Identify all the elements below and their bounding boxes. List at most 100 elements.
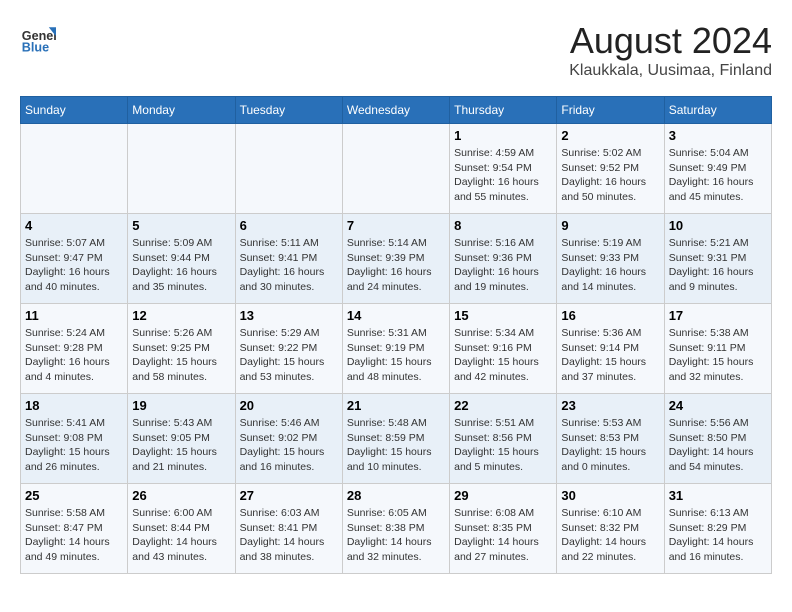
calendar-table: SundayMondayTuesdayWednesdayThursdayFrid…: [20, 96, 772, 574]
day-info: Sunrise: 5:38 AM Sunset: 9:11 PM Dayligh…: [669, 326, 767, 385]
day-number: 16: [561, 308, 659, 323]
day-info: Sunrise: 5:41 AM Sunset: 9:08 PM Dayligh…: [25, 416, 123, 475]
calendar-cell: 31Sunrise: 6:13 AM Sunset: 8:29 PM Dayli…: [664, 484, 771, 574]
day-number: 27: [240, 488, 338, 503]
calendar-header-monday: Monday: [128, 97, 235, 124]
day-info: Sunrise: 5:48 AM Sunset: 8:59 PM Dayligh…: [347, 416, 445, 475]
calendar-header-row: SundayMondayTuesdayWednesdayThursdayFrid…: [21, 97, 772, 124]
calendar-cell: 27Sunrise: 6:03 AM Sunset: 8:41 PM Dayli…: [235, 484, 342, 574]
calendar-cell: 14 Sunrise: 5:31 AM Sunset: 9:19 PM Dayli…: [342, 304, 449, 394]
day-number: 26: [132, 488, 230, 503]
day-info: Sunrise: 6:05 AM Sunset: 8:38 PM Dayligh…: [347, 506, 445, 565]
day-number: 19: [132, 398, 230, 413]
calendar-cell: [128, 124, 235, 214]
calendar-cell: 15 Sunrise: 5:34 AM Sunset: 9:16 PM Dayli…: [450, 304, 557, 394]
day-number: 4: [25, 218, 123, 233]
calendar-cell: [21, 124, 128, 214]
day-number: 11: [25, 308, 123, 323]
day-info: Sunrise: 4:59 AM Sunset: 9:54 PM Dayligh…: [454, 146, 552, 205]
day-number: 3: [669, 128, 767, 143]
day-info: Sunrise: 5:21 AM Sunset: 9:31 PM Dayligh…: [669, 236, 767, 295]
calendar-header-friday: Friday: [557, 97, 664, 124]
day-info: Sunrise: 5:19 AM Sunset: 9:33 PM Dayligh…: [561, 236, 659, 295]
page-title: August 2024: [569, 20, 772, 62]
day-number: 14: [347, 308, 445, 323]
day-info: Sunrise: 5:34 AM Sunset: 9:16 PM Dayligh…: [454, 326, 552, 385]
calendar-cell: 19 Sunrise: 5:43 AM Sunset: 9:05 PM Dayli…: [128, 394, 235, 484]
day-number: 8: [454, 218, 552, 233]
calendar-header-wednesday: Wednesday: [342, 97, 449, 124]
calendar-header-tuesday: Tuesday: [235, 97, 342, 124]
day-number: 24: [669, 398, 767, 413]
day-number: 23: [561, 398, 659, 413]
day-info: Sunrise: 6:13 AM Sunset: 8:29 PM Dayligh…: [669, 506, 767, 565]
calendar-cell: 30 Sunrise: 6:10 AM Sunset: 8:32 PM Dayli…: [557, 484, 664, 574]
calendar-cell: 13 Sunrise: 5:29 AM Sunset: 9:22 PM Dayli…: [235, 304, 342, 394]
day-number: 7: [347, 218, 445, 233]
day-number: 20: [240, 398, 338, 413]
logo: General Blue: [20, 20, 56, 56]
calendar-cell: 21 Sunrise: 5:48 AM Sunset: 8:59 PM Dayli…: [342, 394, 449, 484]
calendar-cell: 18 Sunrise: 5:41 AM Sunset: 9:08 PM Dayli…: [21, 394, 128, 484]
day-info: Sunrise: 5:43 AM Sunset: 9:05 PM Dayligh…: [132, 416, 230, 475]
calendar-week-row: 25 Sunrise: 5:58 AM Sunset: 8:47 PM Dayli…: [21, 484, 772, 574]
calendar-cell: [235, 124, 342, 214]
calendar-header-saturday: Saturday: [664, 97, 771, 124]
calendar-cell: 28 Sunrise: 6:05 AM Sunset: 8:38 PM Dayli…: [342, 484, 449, 574]
calendar-cell: 8Sunrise: 5:16 AM Sunset: 9:36 PM Daylig…: [450, 214, 557, 304]
day-info: Sunrise: 5:04 AM Sunset: 9:49 PM Dayligh…: [669, 146, 767, 205]
day-number: 21: [347, 398, 445, 413]
day-info: Sunrise: 5:53 AM Sunset: 8:53 PM Dayligh…: [561, 416, 659, 475]
day-info: Sunrise: 5:29 AM Sunset: 9:22 PM Dayligh…: [240, 326, 338, 385]
svg-text:Blue: Blue: [22, 41, 49, 55]
day-number: 17: [669, 308, 767, 323]
day-number: 5: [132, 218, 230, 233]
calendar-cell: 1 Sunrise: 4:59 AM Sunset: 9:54 PM Daylig…: [450, 124, 557, 214]
day-info: Sunrise: 5:46 AM Sunset: 9:02 PM Dayligh…: [240, 416, 338, 475]
day-number: 6: [240, 218, 338, 233]
calendar-cell: 9Sunrise: 5:19 AM Sunset: 9:33 PM Daylig…: [557, 214, 664, 304]
calendar-week-row: 1 Sunrise: 4:59 AM Sunset: 9:54 PM Daylig…: [21, 124, 772, 214]
day-info: Sunrise: 6:00 AM Sunset: 8:44 PM Dayligh…: [132, 506, 230, 565]
day-number: 12: [132, 308, 230, 323]
calendar-cell: 10 Sunrise: 5:21 AM Sunset: 9:31 PM Dayli…: [664, 214, 771, 304]
day-info: Sunrise: 5:26 AM Sunset: 9:25 PM Dayligh…: [132, 326, 230, 385]
day-number: 2: [561, 128, 659, 143]
calendar-cell: 2Sunrise: 5:02 AM Sunset: 9:52 PM Daylig…: [557, 124, 664, 214]
day-number: 30: [561, 488, 659, 503]
day-number: 1: [454, 128, 552, 143]
calendar-cell: 29Sunrise: 6:08 AM Sunset: 8:35 PM Dayli…: [450, 484, 557, 574]
day-info: Sunrise: 6:10 AM Sunset: 8:32 PM Dayligh…: [561, 506, 659, 565]
day-info: Sunrise: 5:14 AM Sunset: 9:39 PM Dayligh…: [347, 236, 445, 295]
calendar-cell: 6Sunrise: 5:11 AM Sunset: 9:41 PM Daylig…: [235, 214, 342, 304]
day-info: Sunrise: 6:08 AM Sunset: 8:35 PM Dayligh…: [454, 506, 552, 565]
calendar-cell: 5 Sunrise: 5:09 AM Sunset: 9:44 PM Daylig…: [128, 214, 235, 304]
day-info: Sunrise: 5:09 AM Sunset: 9:44 PM Dayligh…: [132, 236, 230, 295]
day-number: 28: [347, 488, 445, 503]
day-number: 13: [240, 308, 338, 323]
day-number: 10: [669, 218, 767, 233]
day-number: 15: [454, 308, 552, 323]
calendar-week-row: 18 Sunrise: 5:41 AM Sunset: 9:08 PM Dayli…: [21, 394, 772, 484]
day-number: 18: [25, 398, 123, 413]
day-info: Sunrise: 5:51 AM Sunset: 8:56 PM Dayligh…: [454, 416, 552, 475]
day-info: Sunrise: 5:56 AM Sunset: 8:50 PM Dayligh…: [669, 416, 767, 475]
calendar-week-row: 4Sunrise: 5:07 AM Sunset: 9:47 PM Daylig…: [21, 214, 772, 304]
calendar-cell: 3 Sunrise: 5:04 AM Sunset: 9:49 PM Daylig…: [664, 124, 771, 214]
day-info: Sunrise: 5:58 AM Sunset: 8:47 PM Dayligh…: [25, 506, 123, 565]
calendar-cell: 20 Sunrise: 5:46 AM Sunset: 9:02 PM Dayli…: [235, 394, 342, 484]
calendar-cell: 26 Sunrise: 6:00 AM Sunset: 8:44 PM Dayli…: [128, 484, 235, 574]
day-number: 22: [454, 398, 552, 413]
calendar-cell: 17 Sunrise: 5:38 AM Sunset: 9:11 PM Dayli…: [664, 304, 771, 394]
day-info: Sunrise: 5:36 AM Sunset: 9:14 PM Dayligh…: [561, 326, 659, 385]
page-subtitle: Klaukkala, Uusimaa, Finland: [569, 62, 772, 80]
page-header: General Blue August 2024 Klaukkala, Uusi…: [20, 20, 772, 80]
calendar-cell: 23 Sunrise: 5:53 AM Sunset: 8:53 PM Dayli…: [557, 394, 664, 484]
calendar-cell: 25 Sunrise: 5:58 AM Sunset: 8:47 PM Dayli…: [21, 484, 128, 574]
calendar-cell: 24 Sunrise: 5:56 AM Sunset: 8:50 PM Dayli…: [664, 394, 771, 484]
calendar-cell: 22 Sunrise: 5:51 AM Sunset: 8:56 PM Dayli…: [450, 394, 557, 484]
calendar-cell: [342, 124, 449, 214]
day-info: Sunrise: 5:31 AM Sunset: 9:19 PM Dayligh…: [347, 326, 445, 385]
day-number: 25: [25, 488, 123, 503]
calendar-header-thursday: Thursday: [450, 97, 557, 124]
